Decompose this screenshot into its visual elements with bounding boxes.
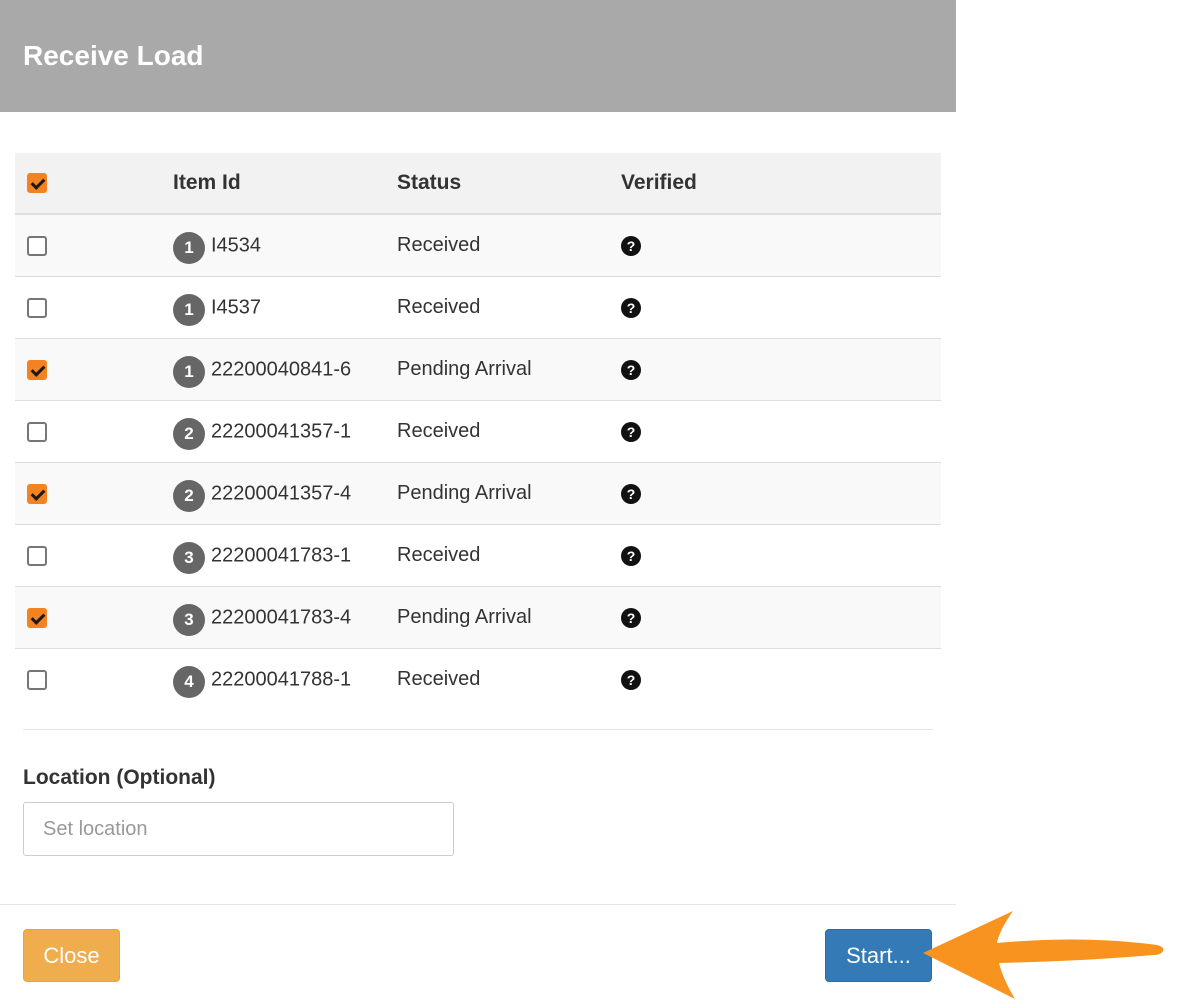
question-circle-icon[interactable]: ?: [621, 545, 641, 566]
group-badge: 2: [173, 417, 205, 450]
item-id: 22200041357-4: [211, 482, 352, 504]
column-header-status: Status: [397, 153, 621, 215]
row-checkbox[interactable]: [27, 421, 47, 442]
section-divider: [23, 729, 933, 730]
location-input[interactable]: [23, 802, 454, 856]
question-circle-icon[interactable]: ?: [621, 669, 641, 690]
column-header-item-id: Item Id: [173, 153, 397, 215]
row-checkbox[interactable]: [27, 669, 47, 690]
close-button[interactable]: Close: [23, 929, 120, 982]
item-id: 22200041357-1: [211, 420, 352, 442]
group-badge: 1: [173, 293, 205, 326]
modal-title: Receive Load: [23, 40, 204, 71]
question-circle-icon[interactable]: ?: [621, 483, 641, 504]
item-id: 22200041783-4: [211, 606, 352, 628]
location-label: Location (Optional): [23, 766, 216, 789]
table-row: 1 I4537 Received?: [15, 276, 941, 339]
table-header-row: Item Id Status Verified: [15, 153, 941, 215]
status-text: Pending Arrival: [397, 606, 532, 628]
receive-load-modal: Receive Load Item Id Status Verified 1 I4…: [0, 0, 956, 1002]
status-text: Received: [397, 544, 481, 566]
group-badge: 3: [173, 541, 205, 574]
row-checkbox[interactable]: [27, 297, 47, 318]
table-row: 3 22200041783-1 Received?: [15, 524, 941, 587]
footer-divider: [0, 904, 956, 905]
arrow-pointer-icon: [923, 911, 1164, 999]
row-checkbox[interactable]: [27, 483, 47, 504]
table-row: 2 22200041357-1 Received?: [15, 400, 941, 463]
group-badge: 2: [173, 479, 205, 512]
status-text: Received: [397, 296, 481, 318]
table-row: 2 22200041357-4 Pending Arrival?: [15, 462, 941, 525]
item-id: 22200041783-1: [211, 544, 352, 566]
modal-header: Receive Load: [0, 0, 956, 112]
item-id: I4534: [211, 234, 262, 256]
table-row: 3 22200041783-4 Pending Arrival?: [15, 586, 941, 649]
table-row: 4 22200041788-1 Received?: [15, 648, 941, 710]
item-id: I4537: [211, 296, 262, 318]
group-badge: 4: [173, 665, 205, 698]
question-circle-icon[interactable]: ?: [621, 359, 641, 380]
question-circle-icon[interactable]: ?: [621, 297, 641, 318]
status-text: Pending Arrival: [397, 482, 532, 504]
table-row: 1 I4534 Received?: [15, 214, 941, 277]
group-badge: 1: [173, 355, 205, 388]
column-header-verified: Verified: [621, 153, 941, 215]
question-circle-icon[interactable]: ?: [621, 421, 641, 442]
row-checkbox[interactable]: [27, 607, 47, 628]
question-circle-icon[interactable]: ?: [621, 607, 641, 628]
row-checkbox[interactable]: [27, 235, 47, 256]
item-id: 22200040841-6: [211, 358, 352, 380]
status-text: Pending Arrival: [397, 358, 532, 380]
row-checkbox[interactable]: [27, 545, 47, 566]
item-id: 22200041788-1: [211, 668, 352, 690]
question-circle-icon[interactable]: ?: [621, 235, 641, 256]
status-text: Received: [397, 234, 481, 256]
items-table: Item Id Status Verified 1 I4534 Received? 1…: [15, 153, 941, 710]
group-badge: 3: [173, 603, 205, 636]
table-row: 1 22200040841-6 Pending Arrival?: [15, 338, 941, 401]
status-text: Received: [397, 420, 481, 442]
group-badge: 1: [173, 231, 205, 264]
select-all-checkbox[interactable]: [27, 173, 47, 194]
status-text: Received: [397, 668, 481, 690]
row-checkbox[interactable]: [27, 359, 47, 380]
